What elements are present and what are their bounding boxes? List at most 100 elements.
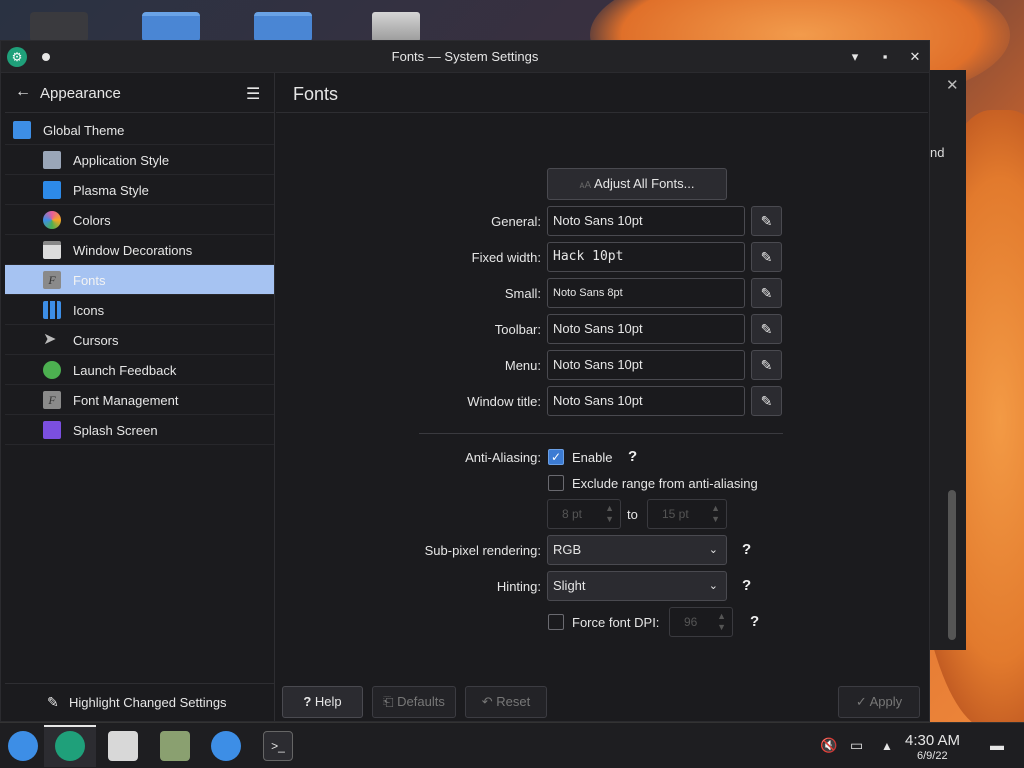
web-browser-icon[interactable]: [211, 731, 241, 761]
desktop-trash-icon[interactable]: [372, 12, 420, 42]
maximize-button[interactable]: ▪: [875, 47, 895, 67]
sidebar-item-fonts[interactable]: F Fonts: [5, 265, 274, 295]
adjust-all-fonts-label: Adjust All Fonts...: [594, 176, 695, 191]
sidebar-item-font-management[interactable]: F Font Management: [5, 385, 274, 415]
sidebar-item-splash-screen[interactable]: Splash Screen: [5, 415, 274, 445]
desktop-folder-icon[interactable]: [254, 12, 312, 42]
fixed-width-font-field[interactable]: Hack 10pt: [547, 242, 745, 272]
general-font-label: General:: [491, 214, 541, 229]
force-font-dpi-checkbox[interactable]: [548, 614, 564, 630]
exclude-range-checkbox[interactable]: [548, 475, 564, 491]
sidebar-item-label: Icons: [73, 303, 105, 318]
window-title-font-label: Window title:: [467, 394, 541, 409]
adjust-all-fonts-button[interactable]: ᴀA Adjust All Fonts...: [547, 168, 727, 200]
sidebar-item-label: Plasma Style: [73, 183, 149, 198]
close-button[interactable]: ✕: [905, 47, 925, 67]
close-icon[interactable]: ✕: [946, 76, 959, 94]
enable-anti-aliasing-checkbox[interactable]: ✓: [548, 449, 564, 465]
network-icon[interactable]: ▭: [850, 737, 863, 754]
help-question-icon: ?: [303, 694, 312, 709]
apply-button-label: Apply: [869, 694, 903, 709]
small-font-field[interactable]: Noto Sans 8pt: [547, 278, 745, 308]
highlight-changed-settings-button[interactable]: ✎ Highlight Changed Settings: [5, 683, 275, 721]
icons-icon: [43, 301, 61, 319]
menu-font-label: Menu:: [504, 358, 541, 373]
spin-arrows-icon: ▲ ▼: [711, 503, 720, 524]
sidebar-item-global-theme[interactable]: Global Theme: [5, 115, 274, 145]
sidebar-item-colors[interactable]: Colors: [5, 205, 274, 235]
title-bar[interactable]: ⚙ Fonts — System Settings ▾ ▪ ✕: [1, 41, 929, 73]
sidebar-item-label: Cursors: [73, 333, 119, 348]
reset-button[interactable]: ↶ Reset: [465, 686, 547, 718]
sidebar-item-icons[interactable]: Icons: [5, 295, 274, 325]
sidebar-item-application-style[interactable]: Application Style: [5, 145, 274, 175]
hinting-value: Slight: [553, 578, 586, 593]
volume-muted-icon[interactable]: 🔇: [820, 737, 837, 754]
force-font-dpi-label[interactable]: Force font DPI:: [572, 615, 659, 630]
pencil-icon: ✎: [760, 285, 773, 301]
edit-toolbar-font-button[interactable]: ✎: [751, 314, 782, 344]
help-button[interactable]: ? Help: [282, 686, 363, 718]
launch-feedback-icon: [43, 361, 61, 379]
pencil-icon: ✎: [760, 213, 773, 229]
edit-small-font-button[interactable]: ✎: [751, 278, 782, 308]
desktop-folder-icon[interactable]: [142, 12, 200, 42]
menu-font-field[interactable]: Noto Sans 10pt: [547, 350, 745, 380]
taskbar: >_ 🔇 ▭ ▲ 4:30 AM 6/9/22 ▬: [0, 722, 1024, 768]
sidebar-item-cursors[interactable]: ➤ Cursors: [5, 325, 274, 355]
show-desktop-icon[interactable]: ▬: [990, 737, 1004, 753]
clock-time[interactable]: 4:30 AM: [905, 732, 960, 749]
force-font-dpi-spinbox[interactable]: 96 ▲ ▼: [669, 607, 733, 637]
general-font-field[interactable]: Noto Sans 10pt: [547, 206, 745, 236]
font-management-icon: F: [43, 391, 61, 409]
help-icon[interactable]: ?: [750, 613, 759, 630]
application-launcher-icon[interactable]: [8, 731, 38, 761]
sub-pixel-rendering-label: Sub-pixel rendering:: [424, 543, 541, 558]
sidebar-title: Appearance: [40, 85, 121, 102]
exclude-to-spinbox[interactable]: 15 pt ▲ ▼: [647, 499, 727, 529]
sub-pixel-rendering-select[interactable]: RGB ⌄: [547, 535, 727, 565]
sidebar-item-label: Global Theme: [43, 123, 125, 138]
hamburger-menu-icon[interactable]: ☰: [246, 84, 260, 104]
file-manager-icon[interactable]: [160, 731, 190, 761]
sidebar-item-plasma-style[interactable]: Plasma Style: [5, 175, 274, 205]
toolbar-font-field[interactable]: Noto Sans 10pt: [547, 314, 745, 344]
help-icon[interactable]: ?: [742, 541, 751, 558]
pencil-icon: ✎: [47, 694, 59, 710]
sidebar-item-label: Font Management: [73, 393, 179, 408]
discover-store-icon[interactable]: [108, 731, 138, 761]
sidebar-item-window-decorations[interactable]: Window Decorations: [5, 235, 274, 265]
system-tray-expand-icon[interactable]: ▲: [881, 739, 893, 753]
clock-date[interactable]: 6/9/22: [917, 750, 948, 762]
fixed-width-font-label: Fixed width:: [471, 250, 541, 265]
desktop-file-icon[interactable]: [30, 12, 88, 42]
application-style-icon: [43, 151, 61, 169]
edit-window-title-font-button[interactable]: ✎: [751, 386, 782, 416]
background-window-text: nd: [930, 145, 945, 160]
edit-fixed-width-font-button[interactable]: ✎: [751, 242, 782, 272]
system-settings-task-icon[interactable]: [55, 731, 85, 761]
minimize-button[interactable]: ▾: [845, 47, 865, 67]
exclude-from-spinbox[interactable]: 8 pt ▲ ▼: [547, 499, 621, 529]
defaults-icon: ⎗: [383, 694, 394, 709]
sidebar-item-launch-feedback[interactable]: Launch Feedback: [5, 355, 274, 385]
help-icon[interactable]: ?: [628, 448, 637, 465]
defaults-button[interactable]: ⎗ Defaults: [372, 686, 456, 718]
window-title-font-field[interactable]: Noto Sans 10pt: [547, 386, 745, 416]
help-icon[interactable]: ?: [742, 577, 751, 594]
global-theme-icon: [13, 121, 31, 139]
back-arrow-icon[interactable]: ←: [15, 83, 31, 101]
toolbar-font-label: Toolbar:: [494, 322, 541, 337]
edit-general-font-button[interactable]: ✎: [751, 206, 782, 236]
enable-label[interactable]: Enable: [572, 450, 612, 465]
sidebar-item-label: Splash Screen: [73, 423, 158, 438]
scrollbar[interactable]: [948, 490, 956, 640]
content-area: Fonts ᴀA Adjust All Fonts... General: No…: [276, 73, 928, 721]
apply-button[interactable]: ✓ Apply: [838, 686, 920, 718]
exclude-range-label[interactable]: Exclude range from anti-aliasing: [572, 476, 758, 491]
exclude-from-value: 8 pt: [562, 507, 583, 521]
hinting-select[interactable]: Slight ⌄: [547, 571, 727, 601]
edit-menu-font-button[interactable]: ✎: [751, 350, 782, 380]
terminal-icon[interactable]: >_: [263, 731, 293, 761]
hinting-label: Hinting:: [496, 579, 541, 594]
